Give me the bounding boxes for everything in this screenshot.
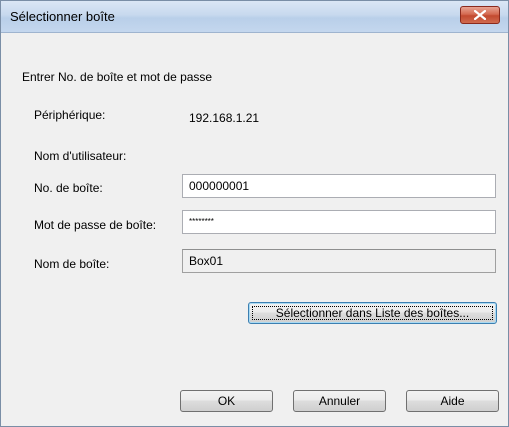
help-label: Aide <box>440 394 465 408</box>
cancel-button[interactable]: Annuler <box>293 390 386 412</box>
device-label: Périphérique: <box>34 108 106 122</box>
box-name-label: Nom de boîte: <box>34 257 110 271</box>
ok-button[interactable]: OK <box>180 390 273 412</box>
box-name-field: Box01 <box>182 249 496 273</box>
username-label: Nom d'utilisateur: <box>34 149 127 163</box>
box-number-field[interactable]: 000000001 <box>182 174 496 198</box>
select-from-list-label: Sélectionner dans Liste des boîtes... <box>275 306 470 320</box>
window-title: Sélectionner boîte <box>10 9 115 24</box>
box-password-label: Mot de passe de boîte: <box>34 218 157 232</box>
help-button[interactable]: Aide <box>406 390 499 412</box>
ok-label: OK <box>217 394 236 408</box>
close-icon <box>474 10 486 20</box>
device-value: 192.168.1.21 <box>189 111 260 125</box>
box-number-label: No. de boîte: <box>34 181 103 195</box>
dialog-body: Entrer No. de boîte et mot de passe Péri… <box>1 33 508 426</box>
close-button[interactable] <box>460 6 500 24</box>
cancel-label: Annuler <box>318 394 361 408</box>
box-password-field[interactable]: ******** <box>182 210 496 234</box>
select-box-dialog: Sélectionner boîte Entrer No. de boîte e… <box>0 0 509 427</box>
title-bar[interactable]: Sélectionner boîte <box>1 1 508 33</box>
instruction-text: Entrer No. de boîte et mot de passe <box>22 70 213 84</box>
select-from-list-button[interactable]: Sélectionner dans Liste des boîtes... <box>248 302 497 324</box>
